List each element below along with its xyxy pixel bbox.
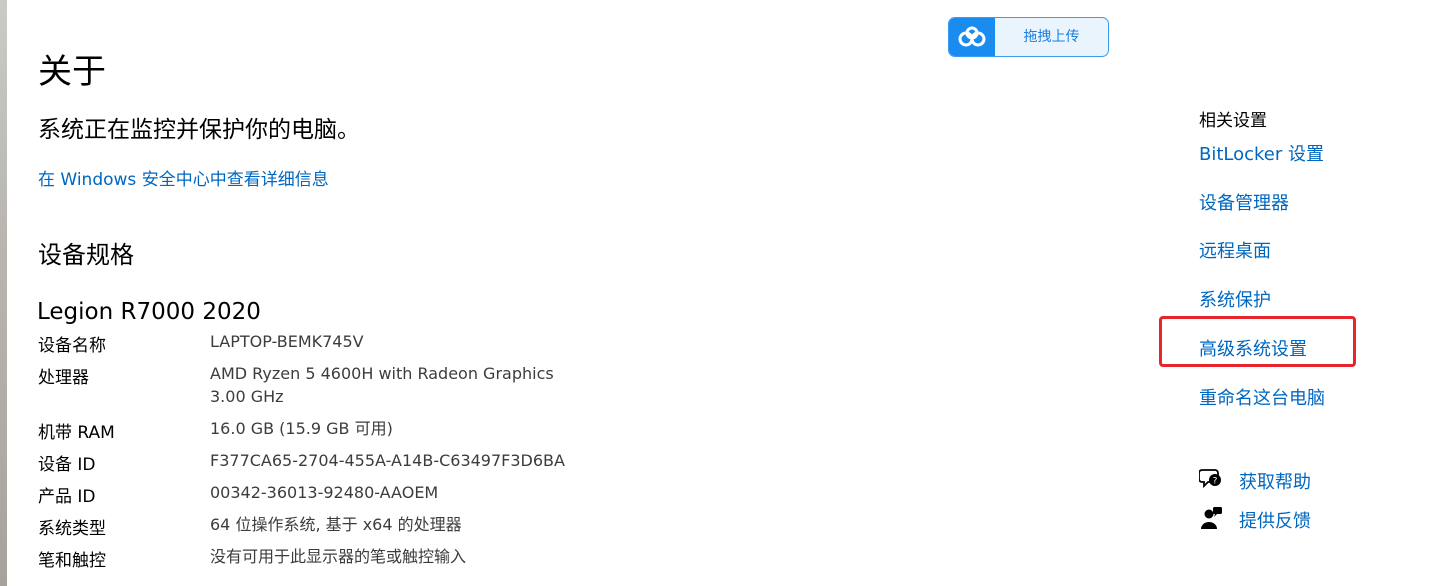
feedback-person-icon [1199, 506, 1223, 530]
device-model-name: Legion R7000 2020 [37, 299, 261, 325]
device-specs-heading: 设备规格 [38, 241, 134, 269]
get-help-link[interactable]: 获取帮助 [1239, 468, 1311, 494]
bitlocker-settings-link[interactable]: BitLocker 设置 [1199, 140, 1324, 166]
spec-label-device-id: 设备 ID [38, 455, 96, 475]
chat-help-icon: ? [1198, 466, 1223, 490]
spec-value-processor: AMD Ryzen 5 4600H with Radeon Graphics [210, 364, 554, 383]
drag-upload-button[interactable]: 拖拽上传 [948, 17, 1109, 57]
remote-desktop-link[interactable]: 远程桌面 [1199, 237, 1271, 263]
window-edge [0, 0, 7, 586]
spec-value-processor-speed: 3.00 GHz [210, 387, 284, 406]
highlight-annotation-box [1159, 316, 1356, 367]
spec-label-device-name: 设备名称 [38, 336, 106, 356]
about-page: 关于 系统正在监控并保护你的电脑。 在 Windows 安全中心中查看详细信息 … [0, 0, 1430, 586]
spec-value-device-id: F377CA65-2704-455A-A14B-C63497F3D6BA [210, 451, 565, 470]
spec-value-system-type: 64 位操作系统, 基于 x64 的处理器 [210, 515, 462, 534]
spec-value-device-name: LAPTOP-BEMK745V [210, 332, 364, 351]
spec-value-product-id: 00342-36013-92480-AAOEM [210, 483, 439, 502]
drag-upload-label: 拖拽上传 [1023, 29, 1080, 45]
related-settings-heading: 相关设置 [1199, 111, 1267, 131]
spec-label-processor: 处理器 [38, 368, 89, 388]
spec-label-system-type: 系统类型 [38, 519, 106, 539]
system-protection-link[interactable]: 系统保护 [1199, 286, 1271, 312]
spec-value-ram: 16.0 GB (15.9 GB 可用) [210, 419, 393, 438]
spec-label-ram: 机带 RAM [38, 423, 115, 443]
device-manager-link[interactable]: 设备管理器 [1199, 189, 1289, 215]
spec-label-product-id: 产品 ID [38, 487, 96, 507]
feedback-link[interactable]: 提供反馈 [1239, 507, 1311, 533]
protection-status-text: 系统正在监控并保护你的电脑。 [38, 117, 360, 143]
spec-label-pen-touch: 笔和触控 [38, 551, 106, 571]
rename-pc-link[interactable]: 重命名这台电脑 [1199, 384, 1325, 410]
svg-text:?: ? [1213, 477, 1218, 487]
cloud-icon [949, 18, 995, 56]
security-center-link[interactable]: 在 Windows 安全中心中查看详细信息 [38, 165, 329, 190]
page-title: 关于 [38, 52, 106, 92]
spec-value-pen-touch: 没有可用于此显示器的笔或触控输入 [210, 547, 467, 566]
